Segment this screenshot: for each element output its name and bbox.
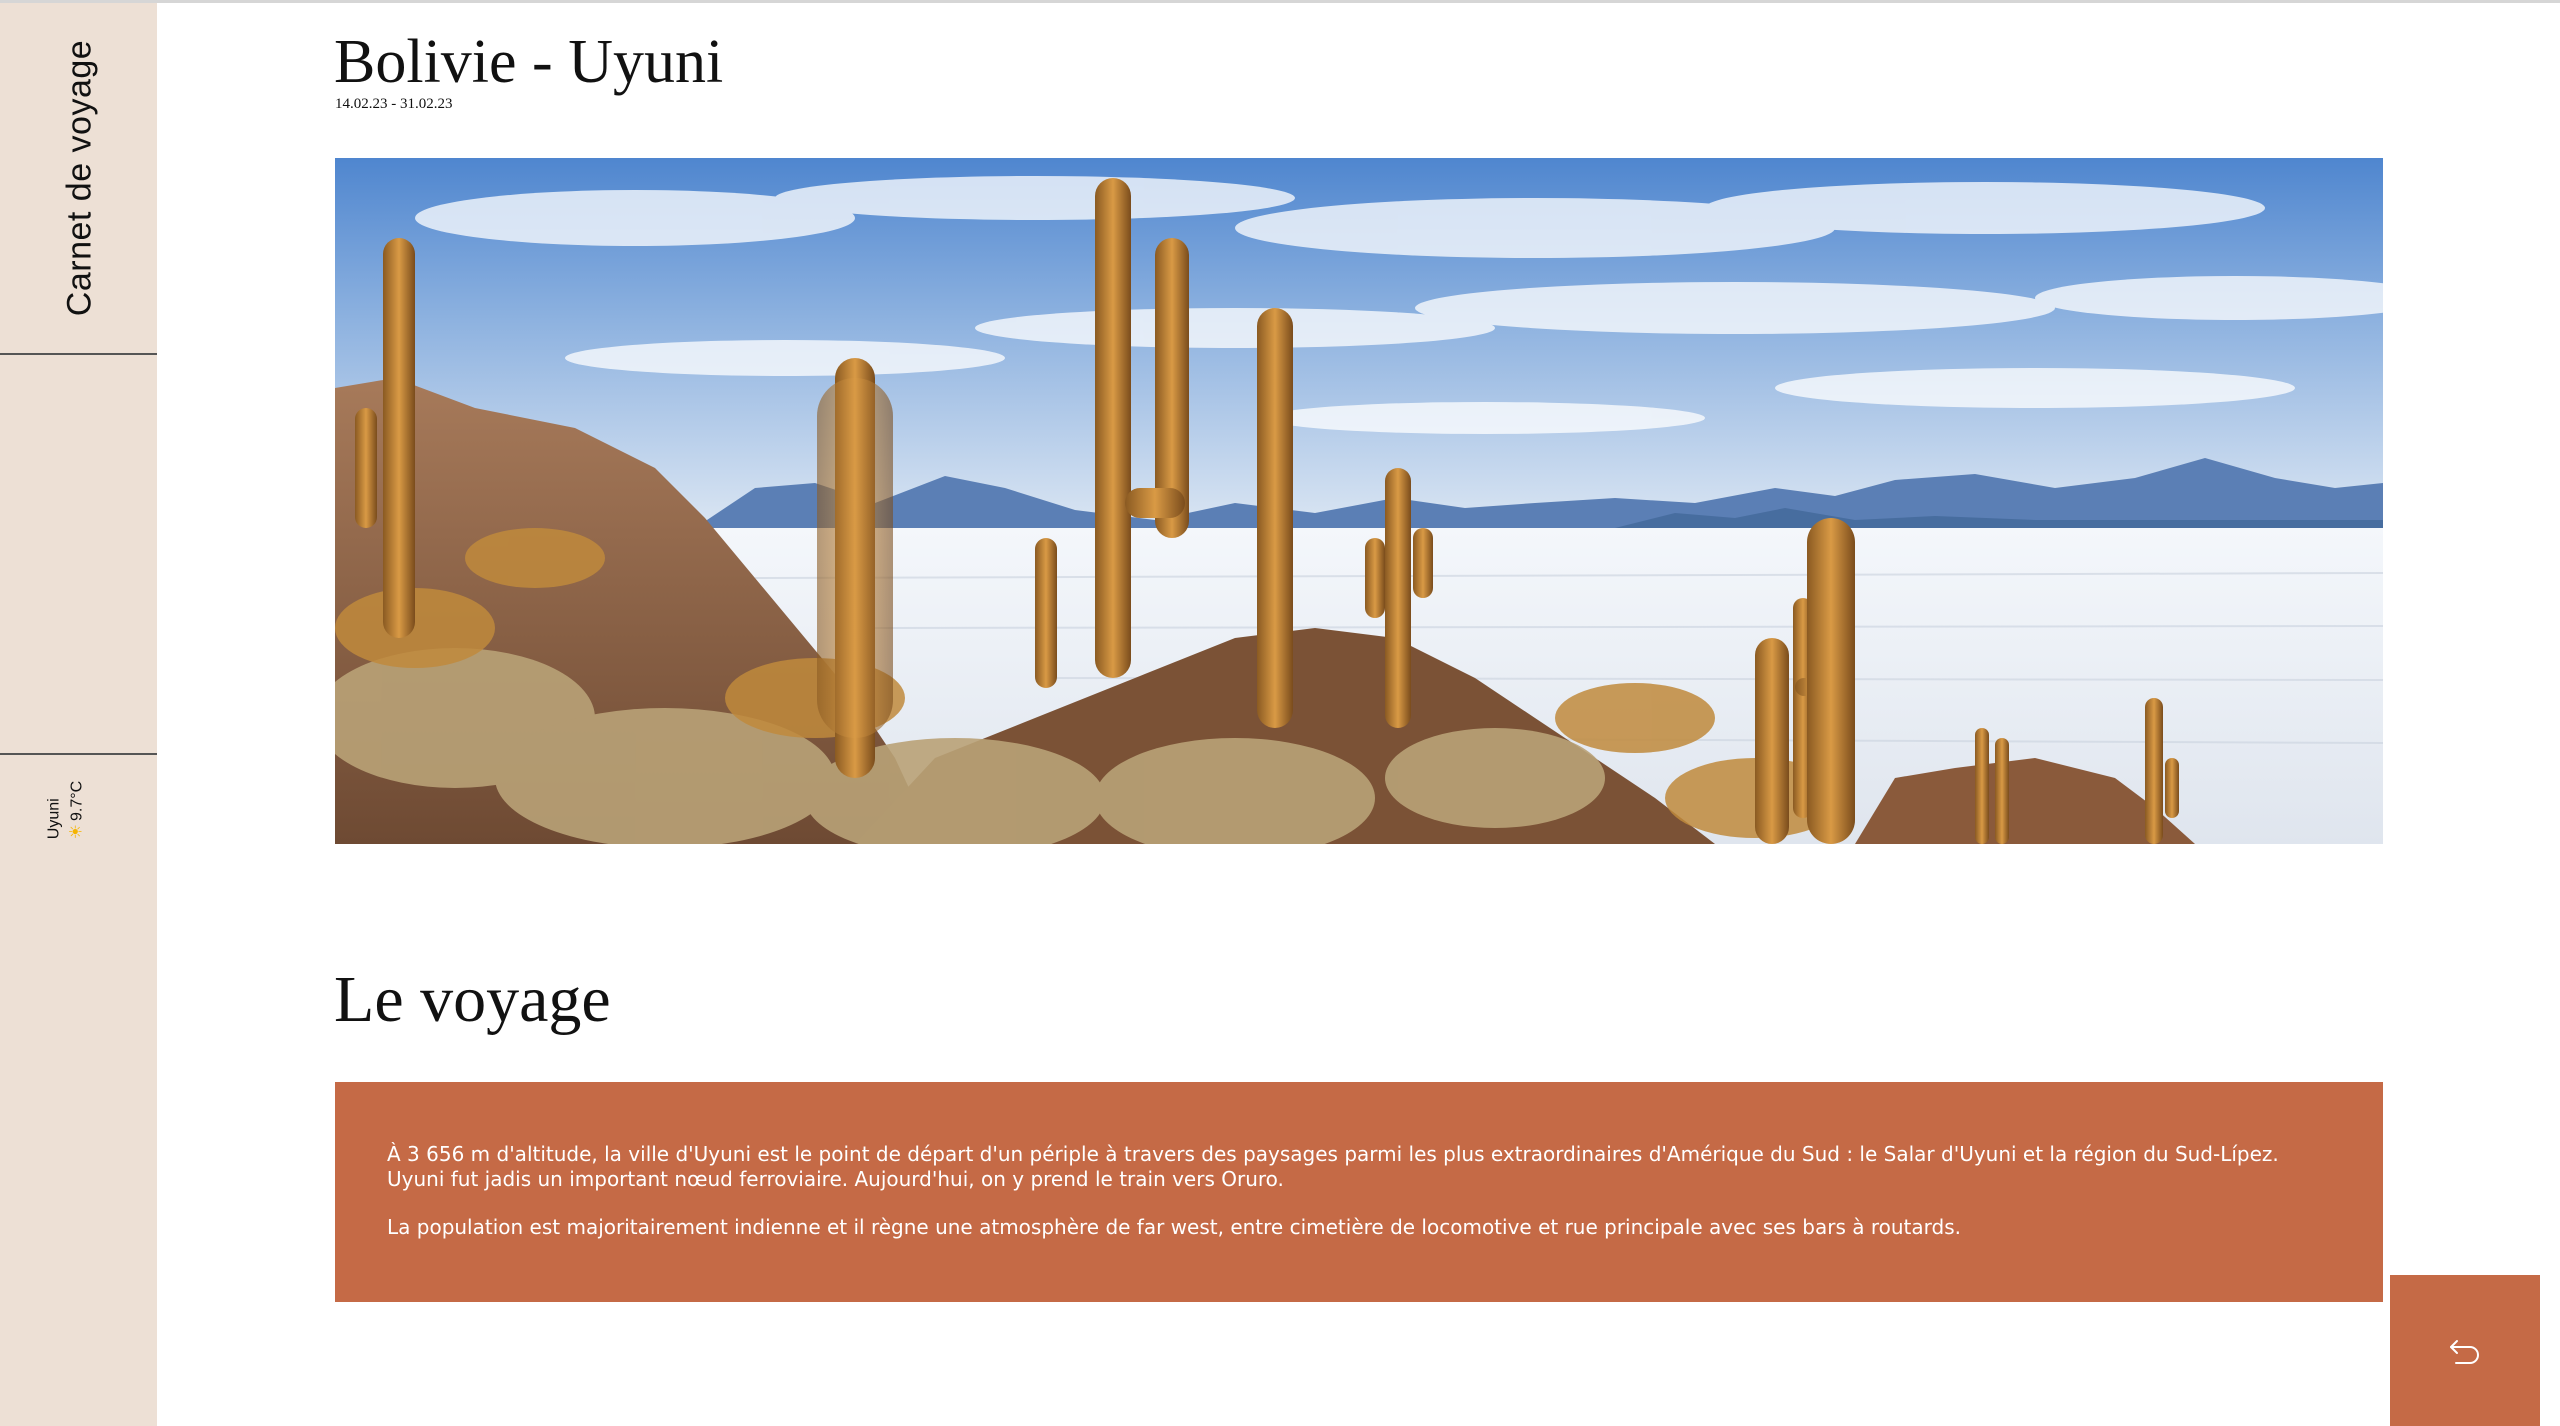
sidebar-title-panel[interactable]: Carnet de voyage	[0, 3, 157, 355]
weather-city: Uyuni	[45, 798, 63, 840]
trip-dates: 14.02.23 - 31.02.23	[335, 96, 453, 112]
sidebar-middle-panel	[0, 355, 157, 755]
page-title: Bolivie - Uyuni	[334, 28, 724, 96]
back-button[interactable]	[2390, 1275, 2540, 1426]
description-paragraph: À 3 656 m d'altitude, la ville d'Uyuni e…	[387, 1142, 2331, 1192]
description-line: À 3 656 m d'altitude, la ville d'Uyuni e…	[387, 1142, 2279, 1166]
return-arrow-icon	[2450, 1339, 2479, 1364]
section-title: Le voyage	[334, 963, 611, 1036]
weather-content: Uyuni ☀ 9.7°C	[44, 781, 89, 839]
landscape-illustration	[335, 158, 2383, 844]
description-line: Uyuni fut jadis un important nœud ferrov…	[387, 1167, 1284, 1191]
sidebar-title[interactable]: Carnet de voyage	[61, 40, 100, 316]
description-box: À 3 656 m d'altitude, la ville d'Uyuni e…	[335, 1082, 2383, 1302]
weather-widget: Uyuni ☀ 9.7°C	[0, 755, 157, 875]
weather-temperature: 9.7°C	[68, 780, 86, 821]
hero-image	[335, 158, 2383, 844]
sun-icon: ☀	[66, 823, 86, 840]
sidebar: Carnet de voyage Uyuni ☀ 9.7°C	[0, 3, 157, 1426]
weather-reading: ☀ 9.7°C	[66, 781, 89, 839]
description-paragraph: La population est majoritairement indien…	[387, 1215, 1961, 1239]
top-border	[0, 0, 2560, 3]
